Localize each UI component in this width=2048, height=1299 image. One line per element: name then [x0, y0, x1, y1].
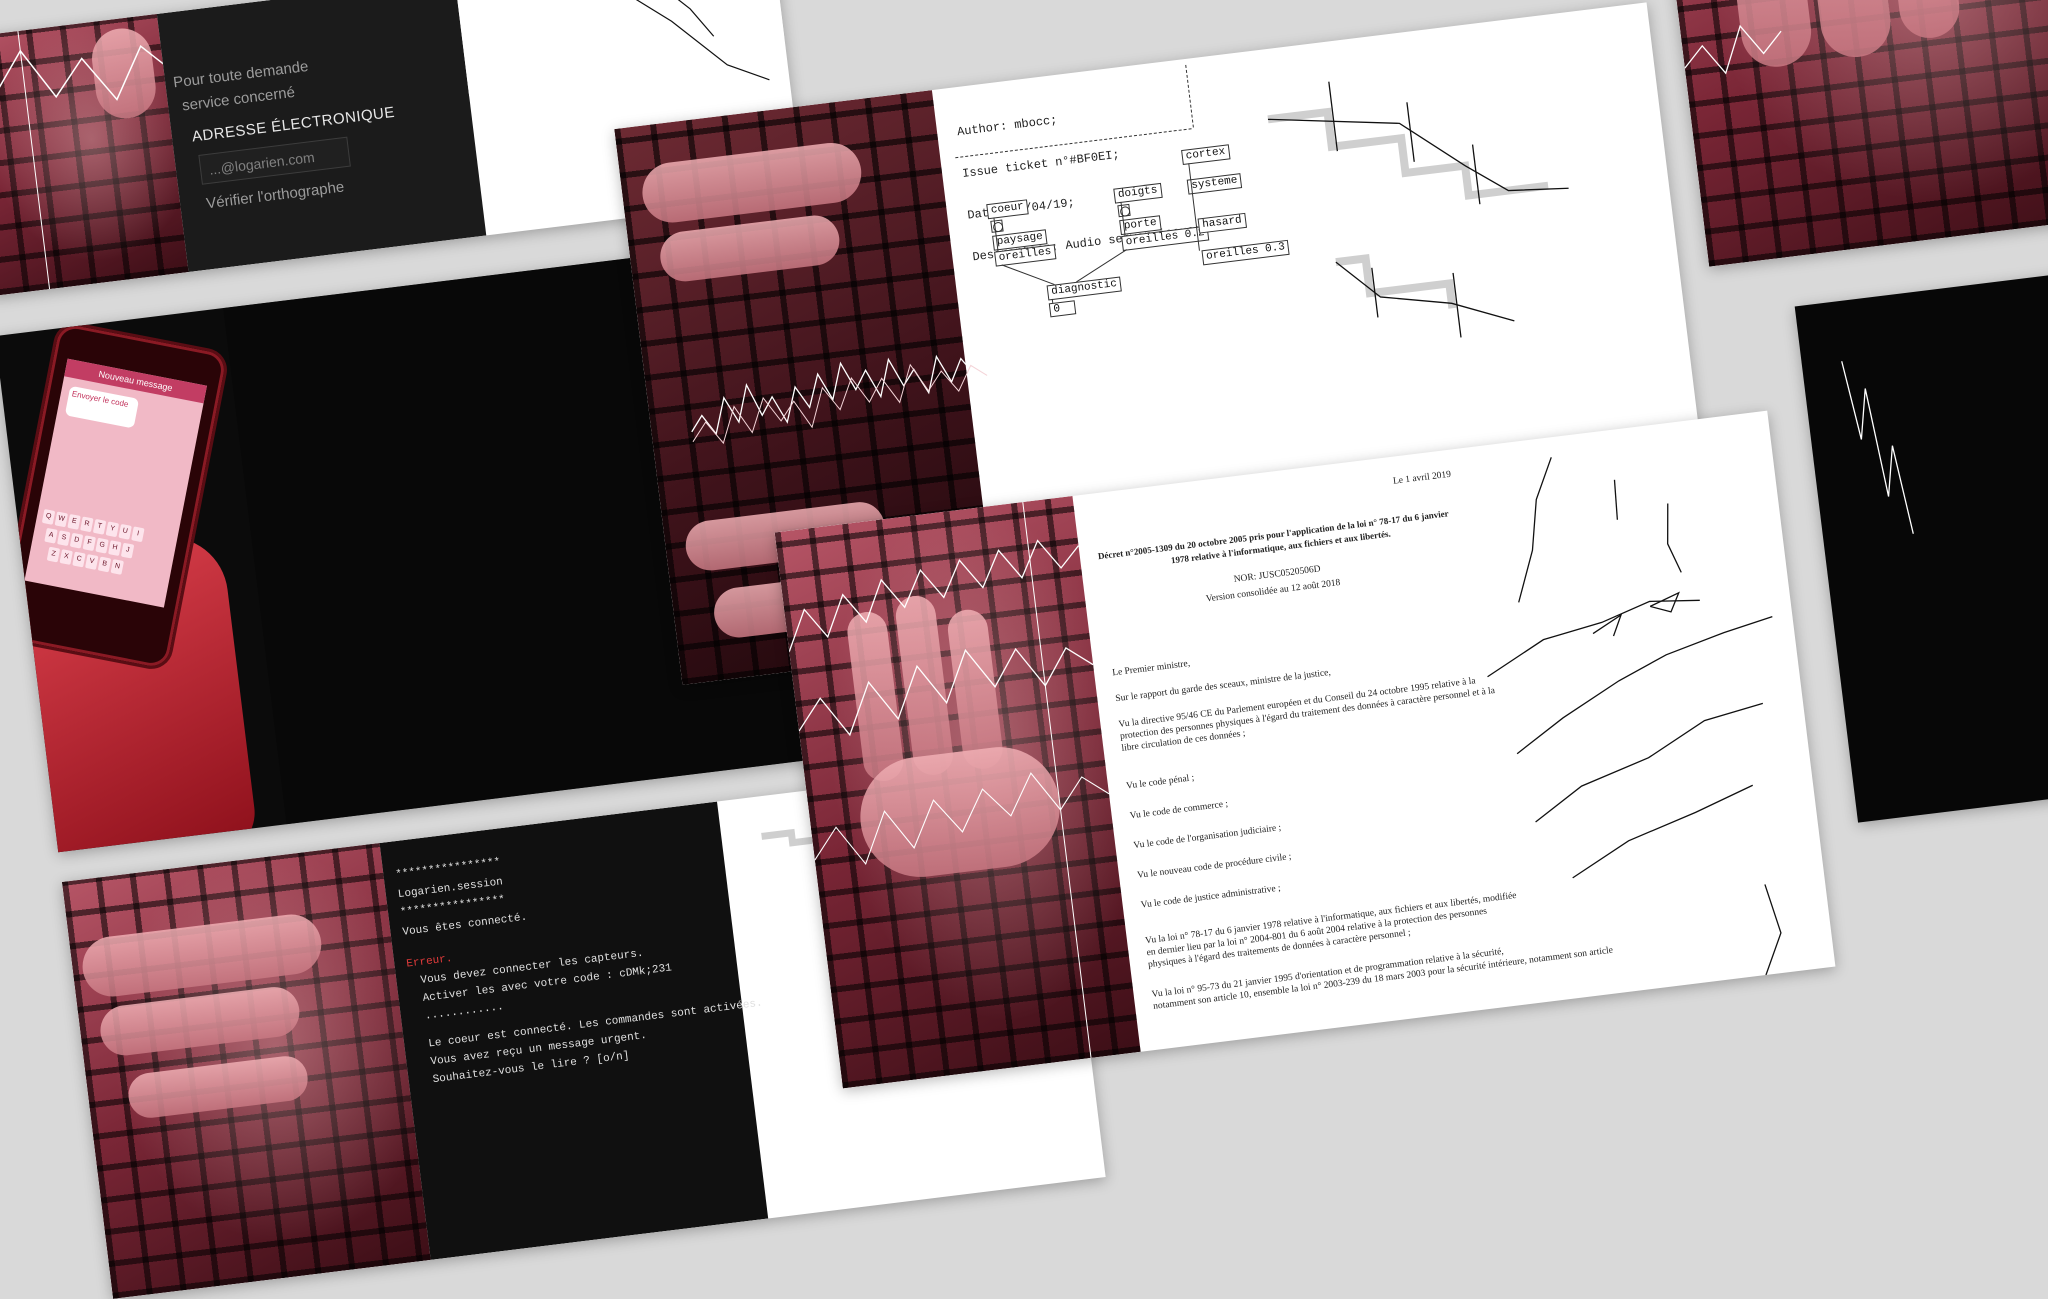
phone-keyboard[interactable]: Q W E R T Y U I A S D F G H J Z X	[30, 507, 174, 597]
email-label: ADRESSE ÉLECTRONIQUE	[191, 104, 396, 146]
key[interactable]: S	[57, 530, 70, 546]
step-line-drawing	[1253, 35, 1667, 379]
terminal-window: **************** Logarien.session ******…	[380, 802, 769, 1260]
key[interactable]: E	[67, 514, 80, 530]
right-photo-panel	[1654, 0, 2048, 267]
right-dark-panel	[1795, 265, 2048, 823]
decree-code-justice-admin: Vu le code de justice administrative ;	[1140, 884, 1281, 911]
decree-code-organisation: Vu le code de l'organisation judiciaire …	[1133, 823, 1282, 851]
term-error: Erreur.	[406, 953, 453, 971]
decree-code-penal: Vu le code pénal ;	[1126, 773, 1195, 791]
key[interactable]: N	[111, 559, 124, 575]
key[interactable]: Q	[42, 509, 55, 525]
key[interactable]: W	[55, 511, 68, 527]
key[interactable]: C	[72, 552, 85, 568]
key[interactable]: A	[44, 528, 57, 544]
key[interactable]: B	[98, 557, 111, 573]
decree-premier-ministre: Le Premier ministre,	[1112, 659, 1191, 678]
key[interactable]: H	[108, 540, 121, 556]
decree-title-line1: Décret n°2005-1309 du 20 octobre 2005 pr…	[1097, 508, 1449, 561]
key[interactable]: X	[59, 549, 72, 565]
key[interactable]: F	[83, 535, 96, 551]
key[interactable]: T	[93, 519, 106, 535]
term-dots: ............	[424, 1001, 504, 1023]
decree-date: Le 1 avril 2019	[1392, 470, 1451, 487]
waveform-overlay	[1654, 0, 2048, 267]
keyboard-photo	[62, 843, 431, 1299]
contact-form: Pour toute demande service concerné ADRE…	[157, 0, 486, 272]
key[interactable]: D	[70, 533, 83, 549]
message-bubble: Envoyer le code	[65, 386, 139, 429]
key[interactable]: R	[80, 516, 93, 532]
hand-photo	[98, 984, 303, 1058]
decree-code-commerce: Vu le code de commerce ;	[1129, 799, 1228, 821]
decree-code-procedure: Vu le nouveau code de procédure civile ;	[1137, 852, 1292, 881]
key[interactable]: U	[118, 524, 131, 540]
key[interactable]: G	[95, 538, 108, 554]
email-field[interactable]: ...@logarien.com	[198, 137, 351, 185]
key[interactable]: J	[121, 543, 134, 559]
waveform-overlay	[1795, 265, 2048, 823]
hand-photo	[126, 1054, 310, 1121]
key[interactable]: V	[85, 554, 98, 570]
phone-screen: Nouveau message Envoyer le code Q W E R …	[24, 359, 207, 608]
decree-panel: Le 1 avril 2019 Décret n°2005-1309 du 20…	[775, 411, 1836, 1089]
spellcheck-hint[interactable]: Vérifier l'orthographe	[205, 178, 345, 212]
key[interactable]: I	[131, 526, 144, 542]
key[interactable]: Y	[106, 521, 119, 537]
sketch-drawing	[1460, 411, 1836, 1005]
hand-photo	[79, 911, 325, 1000]
key[interactable]: Z	[47, 547, 60, 563]
decree-version: Version consolidée au 12 août 2018	[1205, 578, 1341, 604]
